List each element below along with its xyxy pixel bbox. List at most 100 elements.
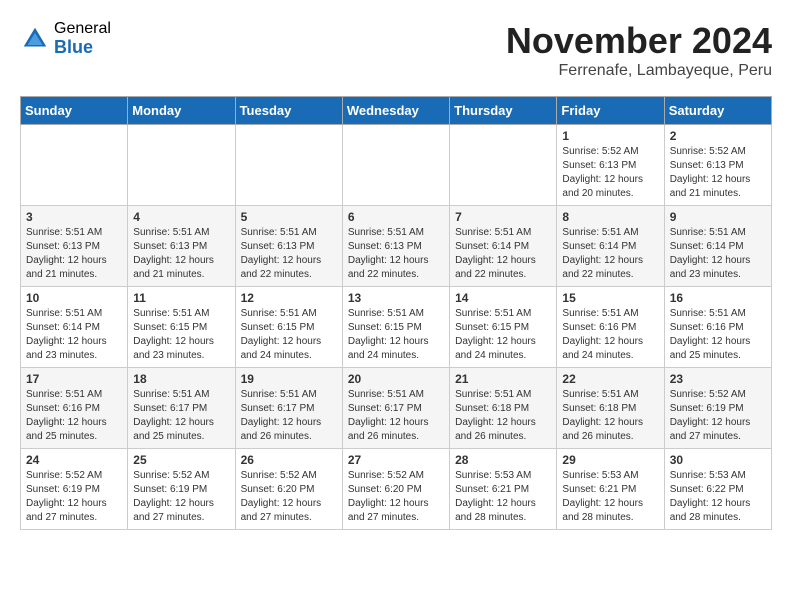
header-tuesday: Tuesday (235, 97, 342, 125)
day-info: Sunrise: 5:51 AM Sunset: 6:16 PM Dayligh… (670, 307, 766, 363)
day-number: 19 (241, 372, 337, 386)
day-info: Sunrise: 5:52 AM Sunset: 6:13 PM Dayligh… (670, 145, 766, 201)
calendar-cell: 12 Sunrise: 5:51 AM Sunset: 6:15 PM Dayli… (235, 287, 342, 368)
day-number: 2 (670, 129, 766, 143)
calendar-cell: 18 Sunrise: 5:51 AM Sunset: 6:17 PM Dayli… (128, 368, 235, 449)
calendar-cell: 19 Sunrise: 5:51 AM Sunset: 6:17 PM Dayli… (235, 368, 342, 449)
logo-general: General (54, 20, 111, 38)
day-info: Sunrise: 5:51 AM Sunset: 6:14 PM Dayligh… (562, 226, 658, 282)
calendar-cell: 21 Sunrise: 5:51 AM Sunset: 6:18 PM Dayli… (450, 368, 557, 449)
day-number: 29 (562, 453, 658, 467)
logo-icon (20, 24, 50, 54)
logo-blue: Blue (54, 38, 111, 58)
day-number: 13 (348, 291, 444, 305)
day-info: Sunrise: 5:53 AM Sunset: 6:21 PM Dayligh… (562, 469, 658, 525)
day-info: Sunrise: 5:51 AM Sunset: 6:13 PM Dayligh… (133, 226, 229, 282)
calendar-cell: 15 Sunrise: 5:51 AM Sunset: 6:16 PM Dayli… (557, 287, 664, 368)
calendar-cell: 25 Sunrise: 5:52 AM Sunset: 6:19 PM Dayli… (128, 449, 235, 530)
day-info: Sunrise: 5:52 AM Sunset: 6:19 PM Dayligh… (26, 469, 122, 525)
calendar-cell: 16 Sunrise: 5:51 AM Sunset: 6:16 PM Dayli… (664, 287, 771, 368)
day-number: 11 (133, 291, 229, 305)
location: Ferrenafe, Lambayeque, Peru (506, 62, 772, 80)
calendar-cell (128, 125, 235, 206)
header-thursday: Thursday (450, 97, 557, 125)
calendar-cell: 14Sunrise: 5:51 AM Sunset: 6:15 PM Dayli… (450, 287, 557, 368)
day-number: 16 (670, 291, 766, 305)
header-wednesday: Wednesday (342, 97, 449, 125)
calendar-cell: 17 Sunrise: 5:51 AM Sunset: 6:16 PM Dayli… (21, 368, 128, 449)
calendar-week-5: 24 Sunrise: 5:52 AM Sunset: 6:19 PM Dayli… (21, 449, 772, 530)
calendar-cell: 20 Sunrise: 5:51 AM Sunset: 6:17 PM Dayli… (342, 368, 449, 449)
day-info: Sunrise: 5:51 AM Sunset: 6:18 PM Dayligh… (562, 388, 658, 444)
calendar-cell: 1Sunrise: 5:52 AM Sunset: 6:13 PM Daylig… (557, 125, 664, 206)
day-number: 10 (26, 291, 122, 305)
header-sunday: Sunday (21, 97, 128, 125)
day-number: 15 (562, 291, 658, 305)
logo-text: General Blue (54, 20, 111, 57)
calendar-cell: 27 Sunrise: 5:52 AM Sunset: 6:20 PM Dayli… (342, 449, 449, 530)
day-number: 21 (455, 372, 551, 386)
day-info: Sunrise: 5:51 AM Sunset: 6:17 PM Dayligh… (348, 388, 444, 444)
day-number: 30 (670, 453, 766, 467)
day-info: Sunrise: 5:52 AM Sunset: 6:19 PM Dayligh… (133, 469, 229, 525)
day-info: Sunrise: 5:51 AM Sunset: 6:13 PM Dayligh… (348, 226, 444, 282)
calendar-cell: 30 Sunrise: 5:53 AM Sunset: 6:22 PM Dayli… (664, 449, 771, 530)
day-number: 6 (348, 210, 444, 224)
calendar-week-3: 10 Sunrise: 5:51 AM Sunset: 6:14 PM Dayli… (21, 287, 772, 368)
day-number: 18 (133, 372, 229, 386)
day-info: Sunrise: 5:51 AM Sunset: 6:15 PM Dayligh… (241, 307, 337, 363)
day-info: Sunrise: 5:51 AM Sunset: 6:14 PM Dayligh… (670, 226, 766, 282)
day-number: 8 (562, 210, 658, 224)
calendar-week-4: 17 Sunrise: 5:51 AM Sunset: 6:16 PM Dayli… (21, 368, 772, 449)
day-number: 20 (348, 372, 444, 386)
calendar-cell: 29 Sunrise: 5:53 AM Sunset: 6:21 PM Dayli… (557, 449, 664, 530)
header-friday: Friday (557, 97, 664, 125)
calendar-cell (342, 125, 449, 206)
calendar-cell: 8 Sunrise: 5:51 AM Sunset: 6:14 PM Daylig… (557, 206, 664, 287)
day-info: Sunrise: 5:51 AM Sunset: 6:13 PM Dayligh… (26, 226, 122, 282)
calendar-cell: 13Sunrise: 5:51 AM Sunset: 6:15 PM Dayli… (342, 287, 449, 368)
title-block: November 2024 Ferrenafe, Lambayeque, Per… (506, 20, 772, 80)
day-info: Sunrise: 5:51 AM Sunset: 6:16 PM Dayligh… (26, 388, 122, 444)
calendar-cell: 24 Sunrise: 5:52 AM Sunset: 6:19 PM Dayli… (21, 449, 128, 530)
calendar-cell: 22 Sunrise: 5:51 AM Sunset: 6:18 PM Dayli… (557, 368, 664, 449)
day-info: Sunrise: 5:51 AM Sunset: 6:14 PM Dayligh… (455, 226, 551, 282)
day-number: 25 (133, 453, 229, 467)
day-info: Sunrise: 5:53 AM Sunset: 6:22 PM Dayligh… (670, 469, 766, 525)
day-info: Sunrise: 5:52 AM Sunset: 6:19 PM Dayligh… (670, 388, 766, 444)
calendar-week-1: 1 Sunrise: 5:52 AM Sunset: 6:13 PM Daylig… (21, 125, 772, 206)
day-info: Sunrise: 5:52 AM Sunset: 6:20 PM Dayligh… (348, 469, 444, 525)
calendar-cell: 5Sunrise: 5:51 AM Sunset: 6:13 PM Daylig… (235, 206, 342, 287)
day-number: 28 (455, 453, 551, 467)
calendar-cell: 26Sunrise: 5:52 AM Sunset: 6:20 PM Dayli… (235, 449, 342, 530)
header-saturday: Saturday (664, 97, 771, 125)
calendar-cell (235, 125, 342, 206)
day-number: 27 (348, 453, 444, 467)
calendar: SundayMondayTuesdayWednesdayThursdayFrid… (20, 96, 772, 530)
day-number: 7 (455, 210, 551, 224)
day-info: Sunrise: 5:51 AM Sunset: 6:17 PM Dayligh… (133, 388, 229, 444)
calendar-header-row: SundayMondayTuesdayWednesdayThursdayFrid… (21, 97, 772, 125)
calendar-cell: 10 Sunrise: 5:51 AM Sunset: 6:14 PM Dayli… (21, 287, 128, 368)
calendar-cell: 9 Sunrise: 5:51 AM Sunset: 6:14 PM Daylig… (664, 206, 771, 287)
calendar-cell: 2 Sunrise: 5:52 AM Sunset: 6:13 PM Daylig… (664, 125, 771, 206)
day-info: Sunrise: 5:51 AM Sunset: 6:18 PM Dayligh… (455, 388, 551, 444)
day-number: 23 (670, 372, 766, 386)
day-info: Sunrise: 5:52 AM Sunset: 6:20 PM Dayligh… (241, 469, 337, 525)
header-monday: Monday (128, 97, 235, 125)
day-number: 17 (26, 372, 122, 386)
day-number: 22 (562, 372, 658, 386)
day-number: 1 (562, 129, 658, 143)
day-number: 24 (26, 453, 122, 467)
day-info: Sunrise: 5:51 AM Sunset: 6:15 PM Dayligh… (455, 307, 551, 363)
calendar-cell (450, 125, 557, 206)
day-number: 9 (670, 210, 766, 224)
day-info: Sunrise: 5:51 AM Sunset: 6:17 PM Dayligh… (241, 388, 337, 444)
day-info: Sunrise: 5:51 AM Sunset: 6:15 PM Dayligh… (133, 307, 229, 363)
day-number: 5 (241, 210, 337, 224)
day-number: 12 (241, 291, 337, 305)
day-info: Sunrise: 5:51 AM Sunset: 6:16 PM Dayligh… (562, 307, 658, 363)
calendar-cell (21, 125, 128, 206)
calendar-cell: 3Sunrise: 5:51 AM Sunset: 6:13 PM Daylig… (21, 206, 128, 287)
day-info: Sunrise: 5:51 AM Sunset: 6:14 PM Dayligh… (26, 307, 122, 363)
